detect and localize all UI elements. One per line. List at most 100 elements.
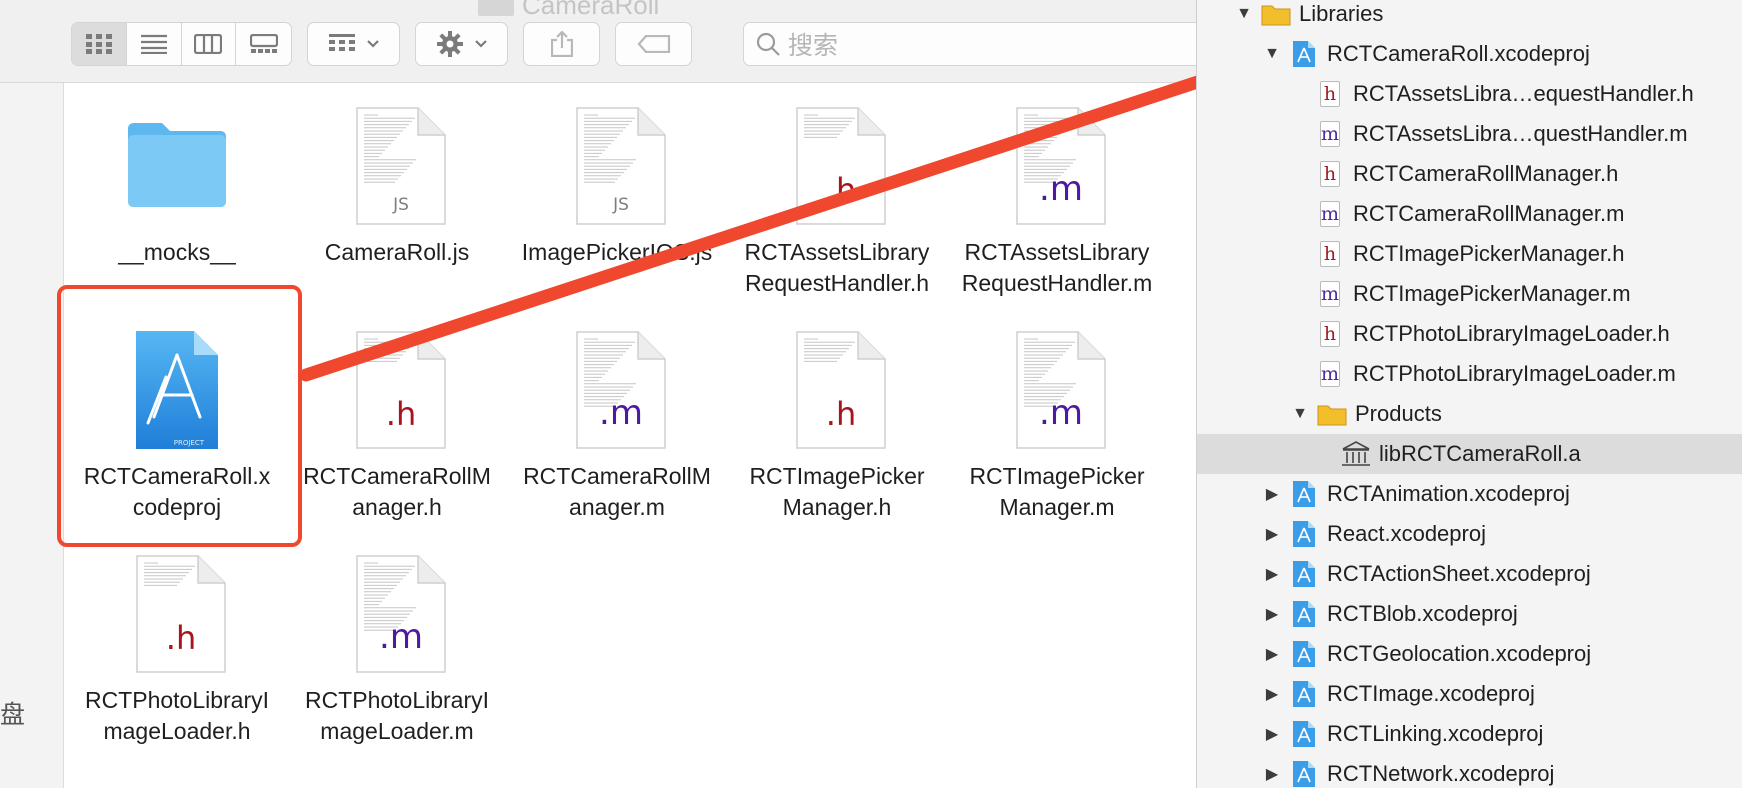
disclosure-collapsed-icon[interactable]: ▶ — [1261, 604, 1283, 624]
disclosure-collapsed-icon[interactable]: ▶ — [1261, 484, 1283, 504]
navigator-row[interactable]: ▶ RCTBlob.xcodeproj — [1197, 594, 1742, 634]
navigator-row-label: RCTBlob.xcodeproj — [1327, 601, 1518, 626]
document-page: .h — [356, 331, 446, 449]
file-name-line: RCTImagePicker — [749, 463, 925, 489]
javascript-file-icon: JS — [342, 101, 452, 231]
navigator-row[interactable]: libRCTCameraRoll.a — [1197, 434, 1742, 474]
selection-highlight — [57, 285, 302, 547]
disclosure-collapsed-icon[interactable]: ▶ — [1261, 564, 1283, 584]
implementation-file-icon: m — [1320, 121, 1340, 147]
file-extension-badge: .m — [1039, 393, 1083, 433]
navigator-row[interactable]: m RCTAssetsLibra…questHandler.m — [1197, 114, 1742, 154]
navigator-row[interactable]: ▼ Products — [1197, 394, 1742, 434]
navigator-row[interactable]: ▶ RCTAnimation.xcodeproj — [1197, 474, 1742, 514]
navigator-row[interactable]: ▼ RCTCameraRoll.xcodeproj — [1197, 34, 1742, 74]
column-view-button[interactable] — [182, 23, 237, 65]
navigator-row[interactable]: h RCTPhotoLibraryImageLoader.h — [1197, 314, 1742, 354]
file-name-line: anager.h — [352, 494, 442, 520]
file-item[interactable]: .h RCTImagePicker Manager.h — [729, 325, 945, 523]
file-item[interactable]: .m RCTAssetsLibrary RequestHandler.m — [949, 101, 1165, 299]
navigator-row[interactable]: m RCTPhotoLibraryImageLoader.m — [1197, 354, 1742, 394]
disclosure-collapsed-icon[interactable]: ▶ — [1261, 764, 1283, 784]
navigator-row[interactable]: ▶ React.xcodeproj — [1197, 514, 1742, 554]
navigator-row[interactable]: h RCTCameraRollManager.h — [1197, 154, 1742, 194]
sidebar-item-label[interactable]: 盘 — [0, 695, 25, 731]
tag-button[interactable] — [615, 22, 692, 66]
file-name-line: __mocks__ — [118, 239, 236, 265]
file-name-line: RCTPhotoLibraryI — [84, 687, 270, 713]
file-item[interactable]: __mocks__ — [69, 101, 285, 268]
navigator-row[interactable]: ▶ RCTImage.xcodeproj — [1197, 674, 1742, 714]
file-item[interactable]: .m RCTImagePicker Manager.m — [949, 325, 1165, 523]
file-name-line: RCTAssetsLibrary — [744, 239, 930, 265]
navigator-row[interactable]: ▶ RCTNetwork.xcodeproj — [1197, 754, 1742, 794]
navigator-row[interactable]: ▶ RCTLinking.xcodeproj — [1197, 714, 1742, 754]
group-by-button[interactable] — [307, 22, 400, 66]
share-button[interactable] — [523, 22, 600, 66]
header-file-icon: h — [1315, 159, 1345, 189]
file-item[interactable]: JS ImagePickerIOS.js — [509, 101, 725, 268]
file-item[interactable]: JS CameraRoll.js — [289, 101, 505, 268]
chevron-down-icon — [366, 40, 379, 48]
navigator-row[interactable]: h RCTImagePickerManager.h — [1197, 234, 1742, 274]
search-field[interactable]: 搜索 — [743, 22, 1203, 66]
list-view-button[interactable] — [127, 23, 182, 65]
disclosure-collapsed-icon[interactable]: ▶ — [1261, 724, 1283, 744]
file-item[interactable]: .m RCTCameraRollM anager.m — [509, 325, 725, 523]
implementation-file-icon: m — [1320, 281, 1340, 307]
group-grid-icon — [328, 34, 355, 51]
navigator-row[interactable]: ▶ RCTActionSheet.xcodeproj — [1197, 554, 1742, 594]
navigator-row-label: RCTAssetsLibra…questHandler.m — [1353, 121, 1688, 146]
share-icon — [550, 31, 573, 57]
xcode-project-icon — [1289, 719, 1319, 749]
file-extension-badge: .h — [825, 395, 857, 433]
navigator-row-label: RCTCameraRollManager.m — [1353, 201, 1625, 226]
folder-icon — [122, 101, 232, 231]
disclosure-collapsed-icon[interactable]: ▶ — [1261, 644, 1283, 664]
group-folder-icon — [1317, 399, 1347, 429]
navigator-row[interactable]: m RCTCameraRollManager.m — [1197, 194, 1742, 234]
implementation-file-icon: m — [1320, 201, 1340, 227]
navigator-row[interactable]: m RCTImagePickerManager.m — [1197, 274, 1742, 314]
file-name-label: RCTImagePicker Manager.m — [949, 461, 1165, 523]
tag-icon — [637, 35, 670, 53]
file-item[interactable]: .h RCTCameraRollM anager.h — [289, 325, 505, 523]
disclosure-expanded-icon[interactable]: ▼ — [1289, 405, 1311, 423]
icon-view-button[interactable] — [72, 23, 127, 65]
file-name-line: anager.m — [569, 494, 665, 520]
file-name-label: __mocks__ — [69, 237, 285, 268]
disclosure-collapsed-icon[interactable]: ▶ — [1261, 684, 1283, 704]
implementation-file-icon: .m — [342, 549, 452, 679]
header-file-icon: .h — [782, 325, 892, 455]
file-name-line: RCTAssetsLibrary — [964, 239, 1150, 265]
file-name-line: mageLoader.m — [320, 718, 474, 744]
disclosure-expanded-icon[interactable]: ▼ — [1233, 5, 1255, 23]
file-item[interactable]: .m RCTPhotoLibraryI mageLoader.m — [289, 549, 505, 747]
navigator-row[interactable]: ▼ Libraries — [1197, 0, 1742, 34]
file-name-line: RCTPhotoLibraryI — [304, 687, 490, 713]
implementation-file-icon: .m — [1002, 325, 1112, 455]
document-page: .m — [576, 331, 666, 449]
header-file-icon: .h — [782, 101, 892, 231]
action-menu-button[interactable] — [415, 22, 508, 66]
file-name-label: RCTCameraRollM anager.m — [509, 461, 725, 523]
file-extension-badge: JS — [393, 195, 409, 215]
window-title-text: CameraRoll — [522, 0, 660, 20]
disclosure-expanded-icon[interactable]: ▼ — [1261, 45, 1283, 63]
document-page: .h — [796, 107, 886, 225]
gear-icon — [436, 31, 463, 57]
finder-window: CameraRoll 搜索 盘 __mocks__ JS CameraRoll.… — [0, 0, 1203, 788]
navigator-row[interactable]: ▶ RCTGeolocation.xcodeproj — [1197, 634, 1742, 674]
file-name-label: RCTPhotoLibraryI mageLoader.m — [289, 685, 505, 747]
file-item[interactable]: .h RCTAssetsLibrary RequestHandler.h — [729, 101, 945, 299]
xcode-project-icon — [1289, 599, 1319, 629]
navigator-row[interactable]: h RCTAssetsLibra…equestHandler.h — [1197, 74, 1742, 114]
gallery-view-button[interactable] — [236, 23, 291, 65]
file-extension-badge: .h — [385, 395, 417, 433]
static-library-icon — [1341, 439, 1371, 469]
file-item[interactable]: .h RCTPhotoLibraryI mageLoader.h — [69, 549, 285, 747]
file-name-line: CameraRoll.js — [324, 239, 470, 265]
file-name-line: mageLoader.h — [103, 718, 251, 744]
xcode-project-icon — [1289, 519, 1319, 549]
disclosure-collapsed-icon[interactable]: ▶ — [1261, 524, 1283, 544]
